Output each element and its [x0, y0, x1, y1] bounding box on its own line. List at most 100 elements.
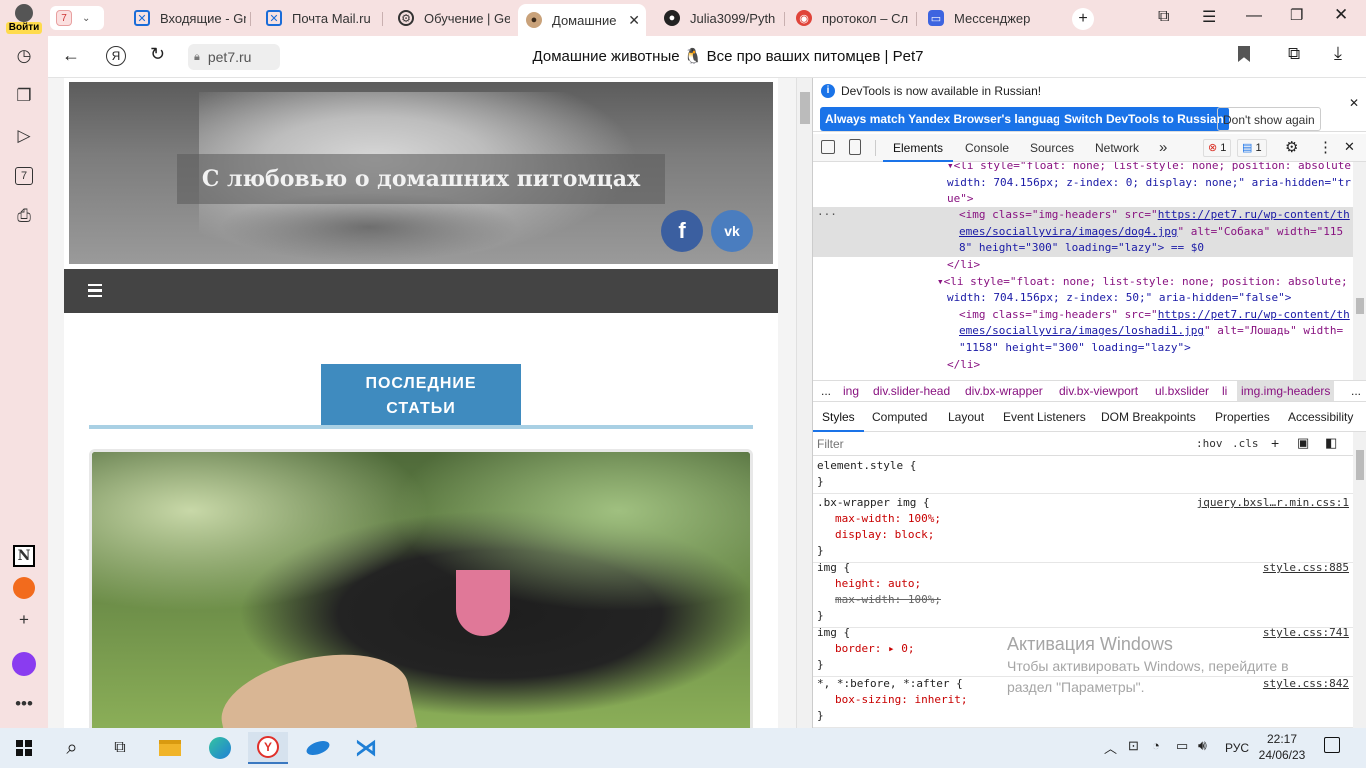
subtab-accessibility[interactable]: Accessibility — [1288, 404, 1353, 430]
subtab-computed[interactable]: Computed — [872, 404, 927, 430]
always-match-language-button[interactable]: Always match Yandex Browser's language — [820, 107, 1073, 131]
start-button[interactable] — [4, 732, 44, 764]
dom-ellipsis-icon[interactable]: ··· — [817, 208, 837, 221]
tray-chevron-icon[interactable]: ︿ — [1104, 738, 1117, 757]
yandex-browser-taskbar-icon[interactable]: Y — [248, 732, 288, 764]
subtab-properties[interactable]: Properties — [1215, 404, 1270, 430]
play-icon[interactable]: ▷ — [10, 122, 38, 150]
mail-app-icon[interactable] — [10, 574, 38, 602]
breadcrumb-item[interactable]: ul.bxslider — [1155, 381, 1209, 401]
dom-link[interactable]: https://pet7.ru/wp-content/th — [1158, 308, 1350, 321]
search-icon[interactable]: ⌕ — [52, 732, 92, 764]
file-explorer-icon[interactable] — [150, 732, 190, 764]
inspect-icon[interactable] — [821, 140, 835, 154]
dom-link[interactable]: emes/sociallyvira/images/dog4.jpg — [959, 225, 1178, 238]
wifi-icon[interactable]: ◔ — [1152, 738, 1160, 753]
task-view-icon[interactable]: ⧉ — [100, 732, 140, 764]
history-icon[interactable]: ◷ — [10, 42, 38, 70]
app-icon[interactable] — [298, 732, 338, 764]
rule-property-overridden[interactable]: max-width: 100%; — [817, 592, 1349, 608]
subtab-styles[interactable]: Styles — [813, 404, 864, 432]
url-pill[interactable]: 🔒︎ pet7.ru — [188, 44, 280, 70]
facebook-button[interactable]: f — [661, 210, 703, 252]
breadcrumb-item-selected[interactable]: img.img-headers — [1237, 381, 1335, 401]
computed-styles-icon[interactable]: ▣ — [1297, 435, 1309, 451]
more-tabs-icon[interactable]: » — [1159, 134, 1167, 162]
back-icon[interactable]: ← — [62, 45, 80, 66]
language-indicator[interactable]: РУС — [1225, 741, 1249, 755]
dom-link[interactable]: emes/sociallyvira/images/loshadi1.jpg — [959, 324, 1204, 337]
new-tab-button[interactable]: + — [1072, 8, 1094, 30]
tab-learning[interactable]: ⚙ Обучение | Ge — [390, 4, 510, 32]
add-icon[interactable]: + — [10, 606, 38, 634]
yandex-icon[interactable]: Я — [106, 46, 126, 66]
rule-property[interactable]: border: ▸ 0; — [817, 641, 1349, 657]
dom-scrollbar[interactable] — [1353, 162, 1366, 380]
vscode-icon[interactable]: ⋊ — [346, 732, 386, 764]
error-counter[interactable]: ⊗ 1 — [1203, 139, 1232, 157]
alice-icon[interactable] — [10, 650, 38, 678]
close-tab-icon[interactable]: ✕ — [628, 12, 640, 29]
rule-property[interactable]: display: block; — [817, 527, 1349, 543]
rule-property[interactable]: height: auto; — [817, 576, 1349, 592]
tab-network[interactable]: Network — [1095, 134, 1139, 162]
hov-toggle[interactable]: :hov — [1196, 437, 1223, 450]
tab-protocol[interactable]: ◉ протокол – Сл — [788, 4, 912, 32]
sidebar-toggle-icon[interactable]: ◧ — [1325, 435, 1337, 451]
styles-scrollbar[interactable] — [1353, 432, 1366, 728]
breadcrumb-item[interactable]: div.slider-head — [873, 381, 950, 401]
tab-messenger[interactable]: ▭ Мессенджер — [920, 4, 1044, 32]
tab-github[interactable]: ● Julia3099/Pyth — [656, 4, 780, 32]
article-card[interactable] — [89, 449, 753, 728]
tab-mailru[interactable]: ✕ Почта Mail.ru — [258, 4, 378, 32]
breadcrumb-item[interactable]: ... — [1351, 381, 1361, 401]
edge-icon[interactable] — [200, 732, 240, 764]
cls-toggle[interactable]: .cls — [1232, 437, 1259, 450]
breadcrumb-item[interactable]: li — [1222, 381, 1227, 401]
tab-console[interactable]: Console — [965, 134, 1009, 162]
more-icon[interactable]: ••• — [10, 690, 38, 718]
volume-icon[interactable]: 🔊︎ — [1198, 737, 1207, 754]
screenshot-icon[interactable]: ⎙ — [10, 202, 38, 230]
dom-link[interactable]: https://pet7.ru/wp-content/th — [1158, 208, 1350, 221]
tab-counter[interactable]: 7 ⌄ — [50, 6, 104, 30]
close-window-icon[interactable]: ✕ — [1334, 5, 1348, 25]
tab-sources[interactable]: Sources — [1030, 134, 1074, 162]
breadcrumb-item[interactable]: div.bx-wrapper — [965, 381, 1043, 401]
extensions-icon[interactable]: ⧉ — [1288, 44, 1300, 64]
rule-source-link[interactable]: style.css:842 — [1263, 676, 1349, 692]
tab-gmail[interactable]: ✕ Входящие - Gm — [126, 4, 246, 32]
download-icon[interactable]: ⤓ — [1334, 43, 1342, 64]
battery-icon[interactable]: ▭ — [1176, 738, 1188, 754]
message-counter[interactable]: ▤ 1 — [1237, 139, 1267, 157]
breadcrumb-item[interactable]: div.bx-viewport — [1059, 381, 1138, 401]
subtab-dom-breakpoints[interactable]: DOM Breakpoints — [1101, 404, 1196, 430]
tab-elements[interactable]: Elements — [883, 134, 954, 162]
rule-source-link[interactable]: jquery.bxsl…r.min.css:1 — [1197, 495, 1349, 511]
bookmarks-panel-icon[interactable]: ⧉ — [1158, 8, 1169, 26]
dont-show-again-button[interactable]: Don't show again — [1217, 107, 1321, 131]
rule-property[interactable]: max-width: 100%; — [817, 511, 1349, 527]
reload-icon[interactable]: ↻ — [150, 44, 165, 65]
tray-device-icon[interactable]: ⊡ — [1128, 738, 1139, 754]
switch-devtools-russian-button[interactable]: Switch DevTools to Russian — [1059, 107, 1229, 131]
page-scrollbar-thumb[interactable] — [800, 92, 810, 124]
minimize-icon[interactable]: — — [1246, 7, 1262, 25]
rule-property[interactable]: box-sizing: inherit; — [817, 692, 1349, 708]
calendar-icon[interactable]: 7 — [10, 162, 38, 190]
tab-pet7[interactable]: ● Домашние ✕ — [518, 4, 646, 36]
breadcrumb-item[interactable]: ... — [821, 381, 831, 401]
page-scrollbar[interactable] — [796, 78, 812, 728]
settings-gear-icon[interactable]: ⚙ — [1285, 138, 1298, 156]
subtab-layout[interactable]: Layout — [948, 404, 984, 430]
menu-icon[interactable]: ☰ — [1202, 7, 1216, 27]
subtab-event-listeners[interactable]: Event Listeners — [1003, 404, 1086, 430]
collections-icon[interactable]: ❐ — [10, 82, 38, 110]
device-toggle-icon[interactable] — [849, 139, 861, 155]
dom-tree[interactable]: ▾<li style="float: none; list-style: non… — [813, 162, 1353, 380]
rule-source-link[interactable]: style.css:741 — [1263, 625, 1349, 641]
notifications-icon[interactable] — [1324, 737, 1340, 753]
restore-icon[interactable]: ❐ — [1290, 6, 1303, 24]
close-devtools-icon[interactable]: ✕ — [1344, 139, 1355, 155]
styles-filter-input[interactable] — [817, 435, 1177, 453]
